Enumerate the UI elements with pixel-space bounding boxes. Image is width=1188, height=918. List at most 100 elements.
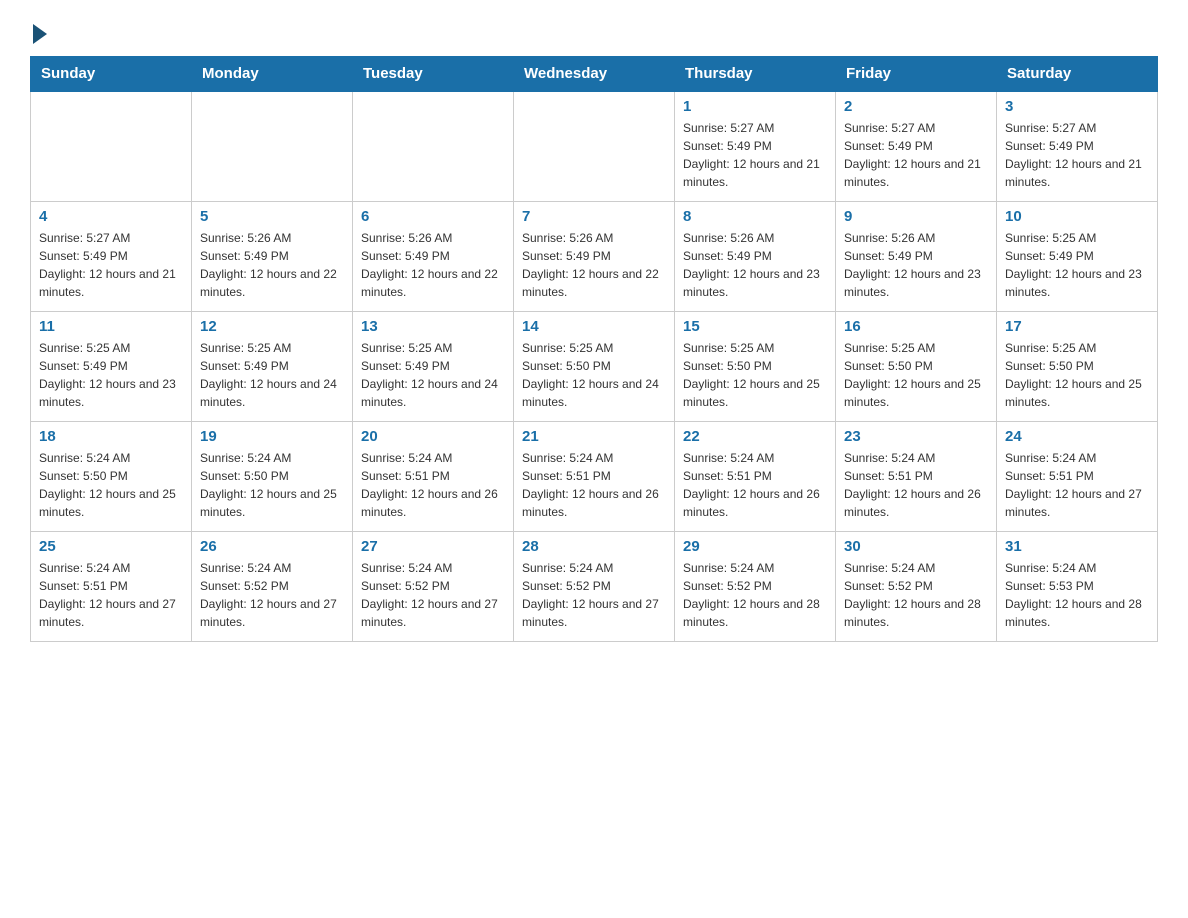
day-info: Sunrise: 5:24 AMSunset: 5:50 PMDaylight:… [39,449,183,521]
calendar-day-cell: 11 Sunrise: 5:25 AMSunset: 5:49 PMDayligh… [31,311,192,421]
calendar-week-row: 11 Sunrise: 5:25 AMSunset: 5:49 PMDayligh… [31,311,1158,421]
day-number: 9 [844,208,988,225]
day-number: 21 [522,428,666,445]
day-info: Sunrise: 5:24 AMSunset: 5:52 PMDaylight:… [361,559,505,631]
calendar-day-cell: 8 Sunrise: 5:26 AMSunset: 5:49 PMDaylight… [675,201,836,311]
day-info: Sunrise: 5:24 AMSunset: 5:52 PMDaylight:… [844,559,988,631]
calendar-day-cell [353,91,514,201]
day-number: 16 [844,318,988,335]
calendar-day-cell: 19 Sunrise: 5:24 AMSunset: 5:50 PMDayligh… [192,421,353,531]
day-number: 17 [1005,318,1149,335]
day-info: Sunrise: 5:26 AMSunset: 5:49 PMDaylight:… [522,229,666,301]
calendar-day-cell: 1Sunrise: 5:27 AMSunset: 5:49 PMDaylight… [675,91,836,201]
day-of-week-header: Monday [192,57,353,92]
day-number: 29 [683,538,827,555]
calendar-day-cell [192,91,353,201]
calendar-day-cell: 10Sunrise: 5:25 AMSunset: 5:49 PMDayligh… [997,201,1158,311]
calendar-week-row: 4 Sunrise: 5:27 AMSunset: 5:49 PMDaylight… [31,201,1158,311]
day-number: 28 [522,538,666,555]
calendar-day-cell: 25Sunrise: 5:24 AMSunset: 5:51 PMDayligh… [31,531,192,641]
calendar-day-cell: 14 Sunrise: 5:25 AMSunset: 5:50 PMDayligh… [514,311,675,421]
day-info: Sunrise: 5:25 AMSunset: 5:50 PMDaylight:… [1005,339,1149,411]
day-number: 4 [39,208,183,225]
calendar-day-cell: 22Sunrise: 5:24 AMSunset: 5:51 PMDayligh… [675,421,836,531]
calendar-day-cell: 18 Sunrise: 5:24 AMSunset: 5:50 PMDayligh… [31,421,192,531]
calendar-day-cell: 16 Sunrise: 5:25 AMSunset: 5:50 PMDayligh… [836,311,997,421]
calendar-header-row: SundayMondayTuesdayWednesdayThursdayFrid… [31,57,1158,92]
day-info: Sunrise: 5:27 AMSunset: 5:49 PMDaylight:… [39,229,183,301]
calendar-day-cell: 5 Sunrise: 5:26 AMSunset: 5:49 PMDaylight… [192,201,353,311]
calendar-day-cell: 20 Sunrise: 5:24 AMSunset: 5:51 PMDayligh… [353,421,514,531]
day-number: 25 [39,538,183,555]
day-info: Sunrise: 5:25 AMSunset: 5:50 PMDaylight:… [683,339,827,411]
calendar-week-row: 25Sunrise: 5:24 AMSunset: 5:51 PMDayligh… [31,531,1158,641]
calendar-day-cell: 6 Sunrise: 5:26 AMSunset: 5:49 PMDaylight… [353,201,514,311]
calendar-week-row: 18 Sunrise: 5:24 AMSunset: 5:50 PMDayligh… [31,421,1158,531]
day-number: 8 [683,208,827,225]
day-info: Sunrise: 5:25 AMSunset: 5:49 PMDaylight:… [39,339,183,411]
day-info: Sunrise: 5:27 AMSunset: 5:49 PMDaylight:… [844,119,988,191]
logo [30,20,47,40]
day-number: 26 [200,538,344,555]
day-number: 23 [844,428,988,445]
calendar-day-cell: 29 Sunrise: 5:24 AMSunset: 5:52 PMDayligh… [675,531,836,641]
day-info: Sunrise: 5:26 AMSunset: 5:49 PMDaylight:… [200,229,344,301]
day-number: 13 [361,318,505,335]
calendar-day-cell: 9 Sunrise: 5:26 AMSunset: 5:49 PMDaylight… [836,201,997,311]
day-number: 30 [844,538,988,555]
calendar-day-cell: 2 Sunrise: 5:27 AMSunset: 5:49 PMDaylight… [836,91,997,201]
day-info: Sunrise: 5:26 AMSunset: 5:49 PMDaylight:… [683,229,827,301]
day-number: 2 [844,98,988,115]
calendar-day-cell: 31Sunrise: 5:24 AMSunset: 5:53 PMDayligh… [997,531,1158,641]
calendar-day-cell: 12Sunrise: 5:25 AMSunset: 5:49 PMDayligh… [192,311,353,421]
logo-arrow-icon [33,24,47,44]
calendar-day-cell: 23Sunrise: 5:24 AMSunset: 5:51 PMDayligh… [836,421,997,531]
day-info: Sunrise: 5:24 AMSunset: 5:51 PMDaylight:… [522,449,666,521]
day-of-week-header: Tuesday [353,57,514,92]
calendar-day-cell: 26 Sunrise: 5:24 AMSunset: 5:52 PMDayligh… [192,531,353,641]
day-info: Sunrise: 5:25 AMSunset: 5:50 PMDaylight:… [844,339,988,411]
calendar-day-cell: 15 Sunrise: 5:25 AMSunset: 5:50 PMDayligh… [675,311,836,421]
day-number: 20 [361,428,505,445]
day-number: 24 [1005,428,1149,445]
calendar-table: SundayMondayTuesdayWednesdayThursdayFrid… [30,56,1158,642]
day-info: Sunrise: 5:27 AMSunset: 5:49 PMDaylight:… [1005,119,1149,191]
day-number: 10 [1005,208,1149,225]
day-info: Sunrise: 5:24 AMSunset: 5:53 PMDaylight:… [1005,559,1149,631]
day-info: Sunrise: 5:25 AMSunset: 5:49 PMDaylight:… [361,339,505,411]
day-info: Sunrise: 5:24 AMSunset: 5:51 PMDaylight:… [361,449,505,521]
day-number: 7 [522,208,666,225]
day-of-week-header: Sunday [31,57,192,92]
day-info: Sunrise: 5:26 AMSunset: 5:49 PMDaylight:… [361,229,505,301]
day-of-week-header: Saturday [997,57,1158,92]
day-of-week-header: Wednesday [514,57,675,92]
calendar-day-cell: 21 Sunrise: 5:24 AMSunset: 5:51 PMDayligh… [514,421,675,531]
day-info: Sunrise: 5:25 AMSunset: 5:50 PMDaylight:… [522,339,666,411]
day-number: 18 [39,428,183,445]
day-info: Sunrise: 5:24 AMSunset: 5:52 PMDaylight:… [522,559,666,631]
calendar-day-cell: 7 Sunrise: 5:26 AMSunset: 5:49 PMDaylight… [514,201,675,311]
calendar-day-cell: 24 Sunrise: 5:24 AMSunset: 5:51 PMDayligh… [997,421,1158,531]
day-number: 11 [39,318,183,335]
day-info: Sunrise: 5:24 AMSunset: 5:52 PMDaylight:… [683,559,827,631]
day-number: 15 [683,318,827,335]
day-number: 1 [683,98,827,115]
day-number: 27 [361,538,505,555]
day-number: 6 [361,208,505,225]
day-number: 5 [200,208,344,225]
calendar-day-cell [514,91,675,201]
day-info: Sunrise: 5:24 AMSunset: 5:50 PMDaylight:… [200,449,344,521]
calendar-day-cell: 27 Sunrise: 5:24 AMSunset: 5:52 PMDayligh… [353,531,514,641]
day-info: Sunrise: 5:24 AMSunset: 5:52 PMDaylight:… [200,559,344,631]
day-of-week-header: Thursday [675,57,836,92]
day-info: Sunrise: 5:24 AMSunset: 5:51 PMDaylight:… [683,449,827,521]
day-info: Sunrise: 5:26 AMSunset: 5:49 PMDaylight:… [844,229,988,301]
calendar-day-cell [31,91,192,201]
page-header [30,20,1158,40]
calendar-day-cell: 4 Sunrise: 5:27 AMSunset: 5:49 PMDaylight… [31,201,192,311]
day-number: 14 [522,318,666,335]
calendar-day-cell: 28 Sunrise: 5:24 AMSunset: 5:52 PMDayligh… [514,531,675,641]
day-info: Sunrise: 5:24 AMSunset: 5:51 PMDaylight:… [1005,449,1149,521]
day-number: 12 [200,318,344,335]
day-number: 19 [200,428,344,445]
